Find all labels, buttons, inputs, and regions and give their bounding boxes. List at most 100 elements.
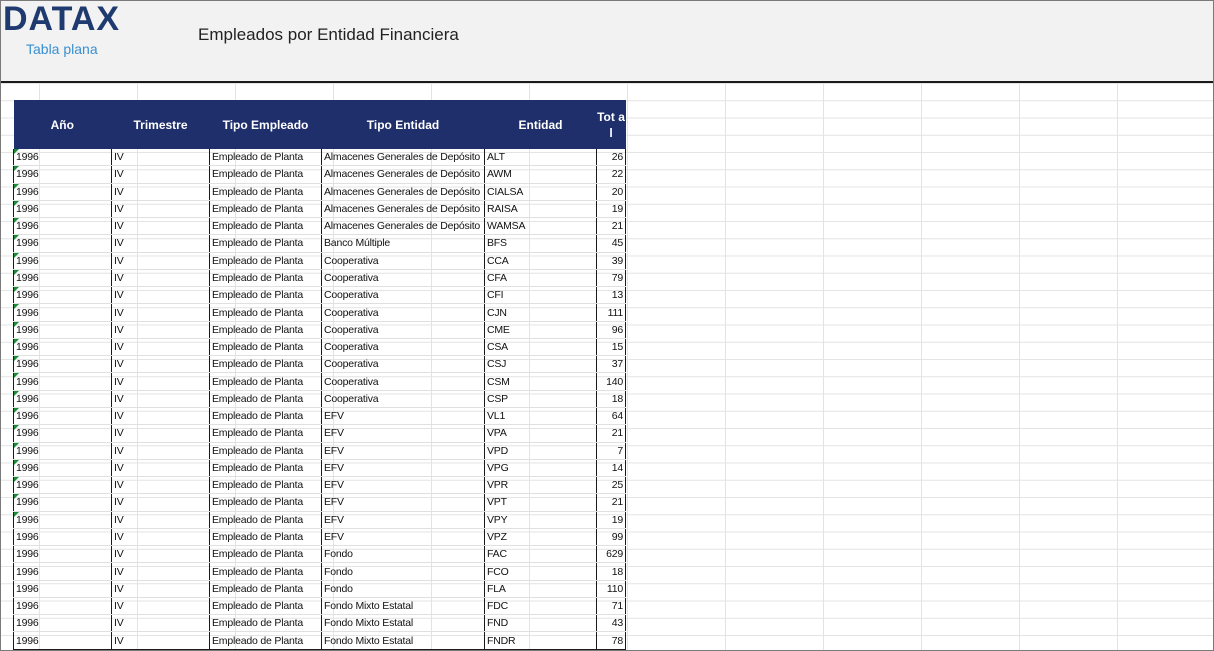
cell-tipo-empleado[interactable]: Empleado de Planta (209, 528, 322, 547)
cell-tipo-entidad[interactable]: Cooperativa (321, 355, 485, 374)
cell-entidad[interactable]: RAISA (484, 200, 597, 219)
cell-trimestre[interactable]: IV (111, 149, 210, 167)
cell-ano[interactable]: 1996 (13, 528, 112, 547)
cell-trimestre[interactable]: IV (111, 407, 210, 426)
cell-ano[interactable]: 1996 (13, 459, 112, 478)
cell-trimestre[interactable]: IV (111, 580, 210, 598)
cell-ano[interactable]: 1996 (13, 493, 112, 512)
cell-tipo-entidad[interactable]: Almacenes Generales de Depósito (321, 149, 485, 167)
cell-total[interactable]: 19 (596, 511, 626, 529)
cell-trimestre[interactable]: IV (111, 390, 210, 408)
cell-ano[interactable]: 1996 (13, 355, 112, 374)
cell-tipo-empleado[interactable]: Empleado de Planta (209, 545, 322, 564)
cell-ano[interactable]: 1996 (13, 562, 112, 581)
cell-ano[interactable]: 1996 (13, 407, 112, 426)
cell-tipo-entidad[interactable]: EFV (321, 511, 485, 529)
cell-total[interactable]: 78 (596, 631, 626, 650)
cell-ano[interactable]: 1996 (13, 234, 112, 253)
cell-tipo-empleado[interactable]: Empleado de Planta (209, 493, 322, 512)
cell-ano[interactable]: 1996 (13, 252, 112, 270)
cell-entidad[interactable]: FNDR (484, 631, 597, 650)
cell-entidad[interactable]: CSJ (484, 355, 597, 374)
cell-total[interactable]: 19 (596, 200, 626, 219)
cell-ano[interactable]: 1996 (13, 372, 112, 391)
cell-tipo-entidad[interactable]: Fondo Mixto Estatal (321, 631, 485, 650)
cell-tipo-entidad[interactable]: EFV (321, 476, 485, 495)
cell-total[interactable]: 21 (596, 217, 626, 236)
cell-trimestre[interactable]: IV (111, 476, 210, 495)
cell-total[interactable]: 37 (596, 355, 626, 374)
cell-ano[interactable]: 1996 (13, 217, 112, 236)
cell-entidad[interactable]: AWM (484, 165, 597, 184)
cell-tipo-empleado[interactable]: Empleado de Planta (209, 149, 322, 167)
cell-tipo-entidad[interactable]: Almacenes Generales de Depósito (321, 183, 485, 201)
cell-tipo-entidad[interactable]: Banco Múltiple (321, 234, 485, 253)
cell-entidad[interactable]: CJN (484, 303, 597, 322)
cell-entidad[interactable]: CCA (484, 252, 597, 270)
cell-total[interactable]: 21 (596, 424, 626, 443)
cell-tipo-entidad[interactable]: Fondo Mixto Estatal (321, 597, 485, 616)
cell-ano[interactable]: 1996 (13, 511, 112, 529)
cell-trimestre[interactable]: IV (111, 303, 210, 322)
cell-ano[interactable]: 1996 (13, 269, 112, 288)
cell-tipo-entidad[interactable]: EFV (321, 442, 485, 460)
cell-entidad[interactable]: WAMSA (484, 217, 597, 236)
cell-trimestre[interactable]: IV (111, 372, 210, 391)
cell-total[interactable]: 25 (596, 476, 626, 495)
cell-ano[interactable]: 1996 (13, 303, 112, 322)
cell-tipo-empleado[interactable]: Empleado de Planta (209, 355, 322, 374)
cell-entidad[interactable]: VPR (484, 476, 597, 495)
cell-tipo-empleado[interactable]: Empleado de Planta (209, 234, 322, 253)
cell-trimestre[interactable]: IV (111, 562, 210, 581)
cell-trimestre[interactable]: IV (111, 631, 210, 650)
cell-ano[interactable]: 1996 (13, 597, 112, 616)
cell-total[interactable]: 629 (596, 545, 626, 564)
cell-total[interactable]: 99 (596, 528, 626, 547)
cell-trimestre[interactable]: IV (111, 269, 210, 288)
cell-tipo-empleado[interactable]: Empleado de Planta (209, 165, 322, 184)
cell-ano[interactable]: 1996 (13, 286, 112, 305)
cell-trimestre[interactable]: IV (111, 286, 210, 305)
cell-tipo-empleado[interactable]: Empleado de Planta (209, 424, 322, 443)
cell-entidad[interactable]: FND (484, 614, 597, 633)
cell-entidad[interactable]: FCO (484, 562, 597, 581)
cell-tipo-empleado[interactable]: Empleado de Planta (209, 511, 322, 529)
cell-total[interactable]: 18 (596, 390, 626, 408)
cell-total[interactable]: 26 (596, 149, 626, 167)
cell-trimestre[interactable]: IV (111, 597, 210, 616)
cell-total[interactable]: 14 (596, 459, 626, 478)
cell-entidad[interactable]: ALT (484, 149, 597, 167)
cell-ano[interactable]: 1996 (13, 338, 112, 357)
cell-tipo-entidad[interactable]: Fondo (321, 545, 485, 564)
cell-ano[interactable]: 1996 (13, 390, 112, 408)
cell-tipo-entidad[interactable]: Fondo (321, 562, 485, 581)
cell-trimestre[interactable]: IV (111, 165, 210, 184)
cell-ano[interactable]: 1996 (13, 631, 112, 650)
column-header-ano[interactable]: Año (13, 100, 112, 149)
cell-tipo-empleado[interactable]: Empleado de Planta (209, 442, 322, 460)
cell-entidad[interactable]: BFS (484, 234, 597, 253)
cell-total[interactable]: 79 (596, 269, 626, 288)
cell-ano[interactable]: 1996 (13, 580, 112, 598)
cell-tipo-empleado[interactable]: Empleado de Planta (209, 200, 322, 219)
cell-trimestre[interactable]: IV (111, 252, 210, 270)
cell-total[interactable]: 96 (596, 321, 626, 339)
cell-tipo-entidad[interactable]: Fondo Mixto Estatal (321, 614, 485, 633)
cell-tipo-empleado[interactable]: Empleado de Planta (209, 217, 322, 236)
cell-total[interactable]: 21 (596, 493, 626, 512)
cell-tipo-entidad[interactable]: Fondo (321, 580, 485, 598)
cell-total[interactable]: 18 (596, 562, 626, 581)
cell-ano[interactable]: 1996 (13, 321, 112, 339)
cell-tipo-empleado[interactable]: Empleado de Planta (209, 597, 322, 616)
cell-total[interactable]: 111 (596, 303, 626, 322)
cell-ano[interactable]: 1996 (13, 614, 112, 633)
cell-tipo-entidad[interactable]: EFV (321, 493, 485, 512)
cell-entidad[interactable]: CME (484, 321, 597, 339)
cell-entidad[interactable]: VPA (484, 424, 597, 443)
cell-entidad[interactable]: CSP (484, 390, 597, 408)
cell-ano[interactable]: 1996 (13, 476, 112, 495)
cell-tipo-entidad[interactable]: Almacenes Generales de Depósito (321, 217, 485, 236)
cell-trimestre[interactable]: IV (111, 442, 210, 460)
cell-trimestre[interactable]: IV (111, 614, 210, 633)
cell-trimestre[interactable]: IV (111, 493, 210, 512)
